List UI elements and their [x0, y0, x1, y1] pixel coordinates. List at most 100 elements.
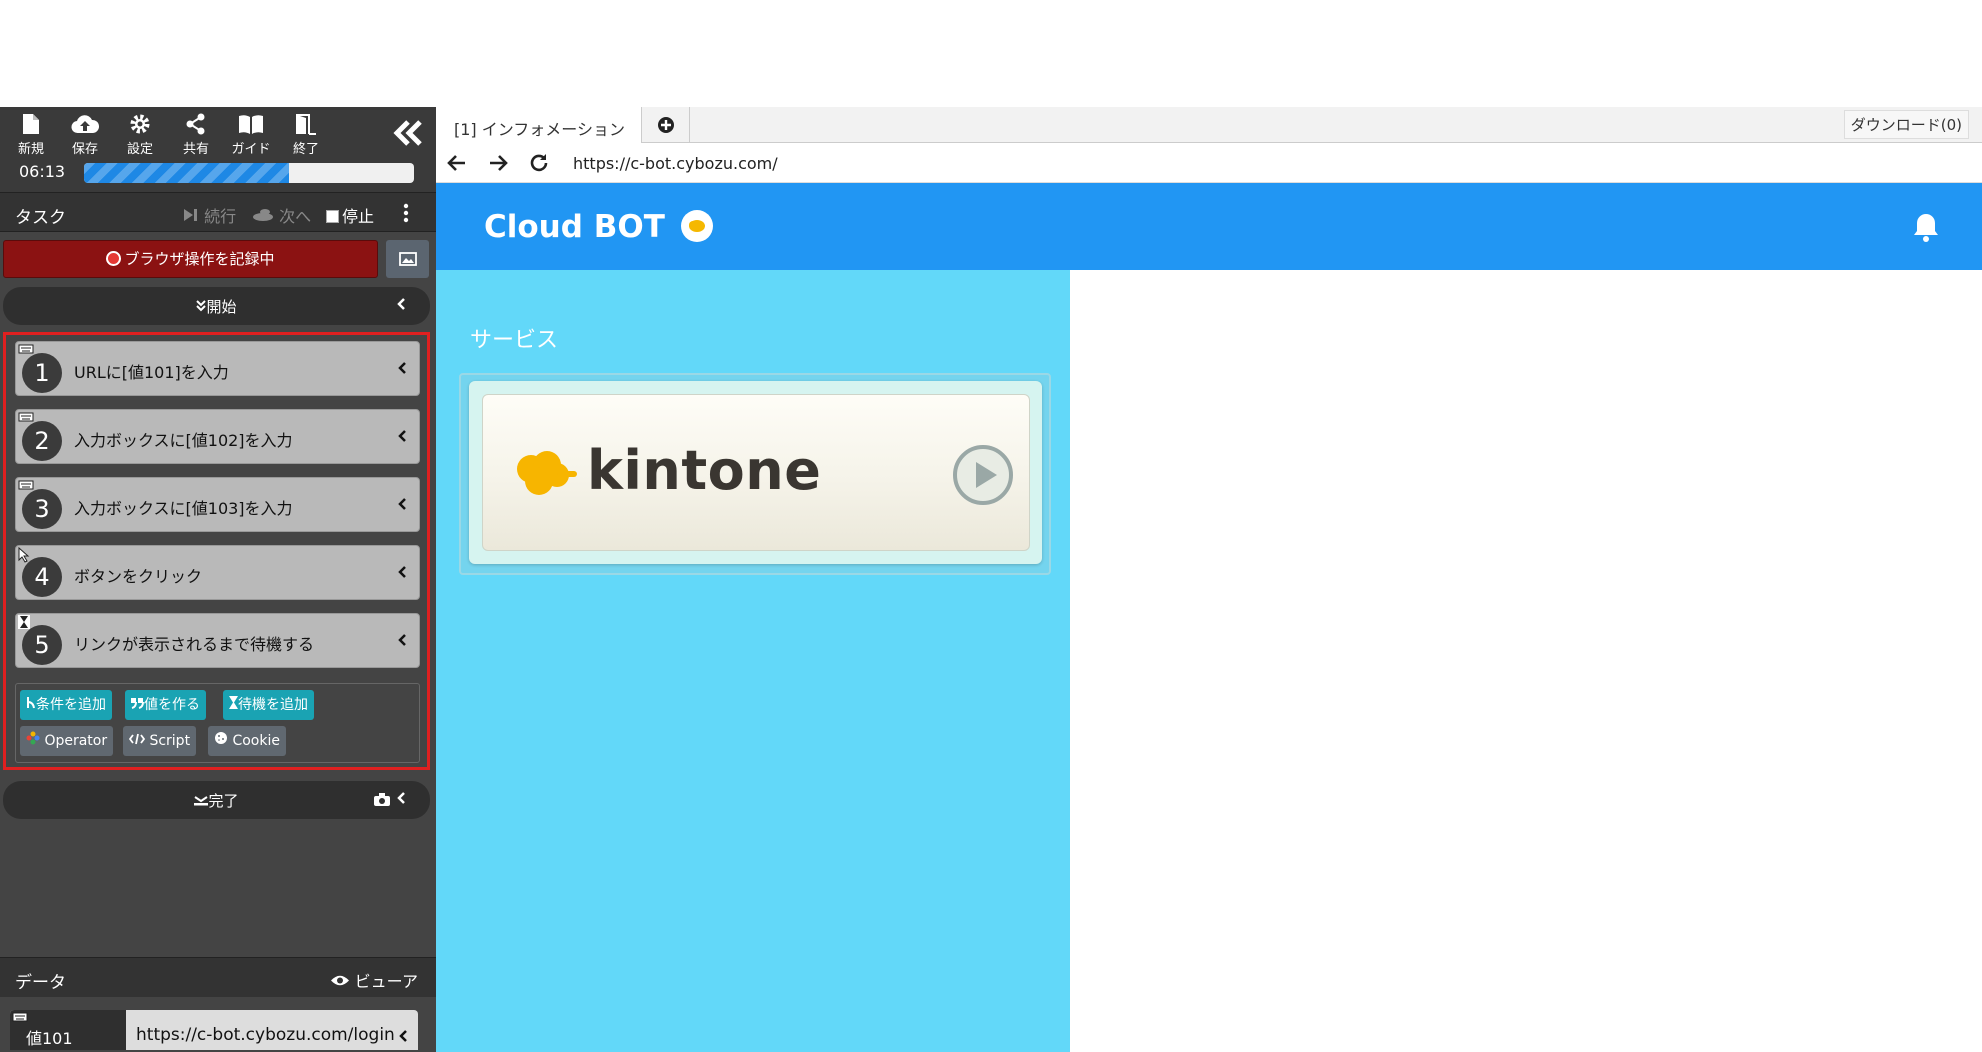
- site-logo[interactable]: Cloud BOT: [484, 209, 665, 245]
- data-title: データ: [15, 973, 66, 993]
- book-icon: [239, 115, 263, 134]
- camera-icon[interactable]: [374, 793, 390, 806]
- data-key-label: 値101: [26, 1029, 73, 1048]
- chevron-left-icon[interactable]: [398, 1029, 408, 1043]
- tab-strip: [1] インフォメーション ダウンロード(0): [436, 107, 1982, 143]
- viewer-label: ビューア: [354, 972, 418, 991]
- progress-fill: [84, 163, 289, 183]
- viewer-button[interactable]: ビューア: [330, 968, 418, 992]
- back-button[interactable]: [445, 151, 469, 175]
- reload-button[interactable]: [527, 151, 551, 175]
- step-number: 2: [22, 421, 62, 461]
- exit-button[interactable]: 終了: [281, 111, 331, 161]
- kintone-service-button[interactable]: kintone: [482, 394, 1030, 551]
- stop-checkbox-box[interactable]: [326, 210, 339, 223]
- data-value[interactable]: https://c-bot.cybozu.com/login: [136, 1025, 395, 1045]
- collapse-panel-button[interactable]: [390, 115, 426, 151]
- add-step-area: 条件を追加 値を作る 待機を追加 Operator Script Cookie: [15, 683, 420, 763]
- step-4[interactable]: 4 ボタンをクリック: [15, 545, 420, 600]
- arrow-left-icon: [447, 155, 465, 171]
- new-button[interactable]: 新規: [6, 111, 56, 161]
- script-label: Script: [149, 733, 191, 749]
- share-button[interactable]: 共有: [171, 111, 221, 161]
- operator-flower-icon: [26, 731, 40, 745]
- step-forward-icon: [184, 209, 197, 221]
- chevron-left-icon[interactable]: [396, 297, 406, 311]
- tab-information[interactable]: [1] インフォメーション: [436, 107, 642, 143]
- elapsed-timer: 06:13: [19, 162, 66, 181]
- share-icon: [186, 113, 205, 135]
- operator-button[interactable]: Operator: [20, 726, 114, 756]
- step-number: 5: [22, 625, 62, 665]
- recording-label: ブラウザ操作を記録中: [124, 250, 275, 268]
- recording-button[interactable]: ブラウザ操作を記録中: [3, 240, 378, 278]
- next-label: 次へ: [279, 207, 312, 226]
- finish-section[interactable]: 完了: [3, 781, 430, 819]
- guide-label: ガイド: [231, 142, 271, 157]
- tab-label: [1] インフォメーション: [454, 120, 625, 139]
- start-label: 開始: [206, 298, 237, 316]
- chevron-left-icon[interactable]: [396, 791, 406, 805]
- save-button[interactable]: 保存: [60, 111, 110, 161]
- record-icon: [106, 251, 122, 266]
- chevron-left-icon[interactable]: [397, 361, 407, 375]
- make-value-button[interactable]: 値を作る: [125, 690, 206, 720]
- kintone-cloud-icon: [517, 451, 577, 495]
- cookie-button[interactable]: Cookie: [208, 726, 286, 756]
- settings-button[interactable]: 設定: [115, 111, 165, 161]
- step-1[interactable]: 1 URLに[値101]を入力: [15, 341, 420, 396]
- data-row[interactable]: 値101 https://c-bot.cybozu.com/login: [10, 1010, 418, 1050]
- cloud-upload-icon: [71, 115, 99, 134]
- new-label: 新規: [17, 142, 44, 157]
- eye-icon: [330, 975, 349, 986]
- screenshot-image-button[interactable]: [386, 240, 429, 278]
- chevron-left-icon[interactable]: [397, 565, 407, 579]
- chevron-left-icon[interactable]: [397, 497, 407, 511]
- editor-toolbar: 新規 保存 設定 共有 ガイド 終了 06:13: [0, 107, 436, 192]
- progress-bar: [84, 163, 414, 183]
- double-chevron-left-icon: [393, 120, 422, 146]
- add-condition-button[interactable]: 条件を追加: [20, 690, 112, 720]
- save-label: 保存: [71, 142, 98, 157]
- add-wait-button[interactable]: 待機を追加: [223, 690, 314, 720]
- steps-highlight-box: 1 URLに[値101]を入力 2 入力ボックスに[値102]を入力 3 入力ボ…: [3, 332, 430, 770]
- forward-button[interactable]: [486, 151, 510, 175]
- step-2[interactable]: 2 入力ボックスに[値102]を入力: [15, 409, 420, 464]
- finish-icon: [194, 796, 209, 806]
- chevron-left-icon[interactable]: [397, 633, 407, 647]
- script-button[interactable]: Script: [123, 726, 197, 756]
- bell-icon[interactable]: [1912, 211, 1940, 243]
- service-card-inner: kintone: [469, 381, 1042, 564]
- branch-icon: [27, 697, 35, 709]
- data-header: データ ビューア: [0, 957, 436, 997]
- play-circle-icon: [953, 445, 1013, 505]
- new-tab-button[interactable]: [642, 107, 690, 143]
- guide-button[interactable]: ガイド: [226, 111, 276, 161]
- chevron-left-icon[interactable]: [397, 429, 407, 443]
- step-3[interactable]: 3 入力ボックスに[値103]を入力: [15, 477, 420, 532]
- stop-checkbox[interactable]: 停止: [326, 203, 374, 227]
- embedded-browser: [1] インフォメーション ダウンロード(0) https://c-bot.cy…: [436, 107, 1982, 1052]
- address-bar[interactable]: https://c-bot.cybozu.com/: [573, 154, 778, 173]
- step-text: リンクが表示されるまで待機する: [74, 635, 315, 654]
- next-button[interactable]: 次へ: [252, 203, 311, 227]
- add-wait-label: 待機を追加: [238, 697, 308, 713]
- step-text: 入力ボックスに[値103]を入力: [74, 499, 293, 518]
- more-options-icon[interactable]: [400, 202, 412, 224]
- site-header: Cloud BOT: [436, 183, 1982, 270]
- reload-icon: [530, 154, 548, 172]
- finish-row: 完了: [3, 790, 430, 811]
- cookie-label: Cookie: [232, 733, 280, 749]
- continue-button[interactable]: 続行: [183, 203, 236, 227]
- start-row: 開始: [3, 296, 430, 317]
- keyboard-icon: [18, 344, 34, 354]
- arrow-right-icon: [490, 155, 508, 171]
- download-button[interactable]: ダウンロード(0): [1843, 110, 1969, 139]
- step-5[interactable]: 5 リンクが表示されるまで待機する: [15, 613, 420, 668]
- hourglass-icon: [229, 696, 238, 709]
- make-value-label: 値を作る: [144, 697, 200, 713]
- service-card: kintone: [459, 373, 1051, 575]
- service-heading: サービス: [470, 328, 559, 353]
- stop-label: 停止: [342, 207, 375, 226]
- start-section[interactable]: 開始: [3, 287, 430, 325]
